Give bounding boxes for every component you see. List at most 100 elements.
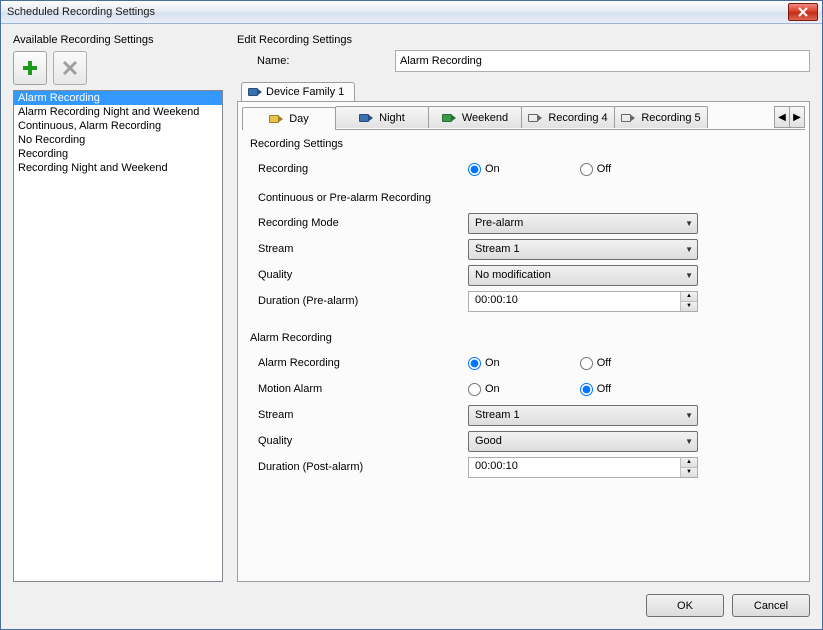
tab-night[interactable]: Night <box>335 106 429 128</box>
row-stream: Stream Stream 1 ▼ <box>258 236 797 262</box>
available-settings-list[interactable]: Alarm RecordingAlarm Recording Night and… <box>13 90 223 582</box>
add-button[interactable] <box>13 51 47 85</box>
group-alarm: Alarm Recording <box>250 332 797 344</box>
device-tabstrip: Device Family 1 <box>237 82 810 101</box>
row-alarm-recording: Alarm Recording On Off <box>258 350 797 376</box>
alarm-stream-select[interactable]: Stream 1 ▼ <box>468 405 698 426</box>
motion-alarm-radio-group: On Off <box>468 383 611 396</box>
recording-mode-value: Pre-alarm <box>475 217 523 229</box>
tab-recording-4[interactable]: Recording 4 <box>521 106 615 128</box>
edit-settings-heading: Edit Recording Settings <box>237 34 810 46</box>
quality-value: No modification <box>475 269 551 281</box>
camera-icon <box>269 114 283 124</box>
row-recording: Recording On Off <box>258 156 797 182</box>
row-alarm-stream: Stream Stream 1 ▼ <box>258 402 797 428</box>
settings-toolbar <box>13 50 223 86</box>
chevron-down-icon: ▼ <box>685 411 693 420</box>
schedule-form: Recording Settings Recording On Off <box>242 130 805 575</box>
schedule-tabstrip: Day Night Weekend <box>242 106 805 130</box>
tab-scroll-left[interactable]: ◀ <box>774 106 790 128</box>
name-label: Name: <box>257 55 387 67</box>
alarm-quality-select[interactable]: Good ▼ <box>468 431 698 452</box>
row-quality: Quality No modification ▼ <box>258 262 797 288</box>
spin-up[interactable]: ▲ <box>681 292 697 302</box>
group-recording-settings: Recording Settings <box>250 138 797 150</box>
spin-down[interactable]: ▼ <box>681 302 697 311</box>
list-item[interactable]: Recording <box>14 147 222 161</box>
stream-select[interactable]: Stream 1 ▼ <box>468 239 698 260</box>
dialog-window: Scheduled Recording Settings Available R… <box>0 0 823 630</box>
motion-alarm-off-radio[interactable] <box>580 383 593 396</box>
recording-on-radio[interactable] <box>468 163 481 176</box>
tab-day[interactable]: Day <box>242 107 336 130</box>
chevron-left-icon: ◀ <box>778 112 786 123</box>
tab-weekend[interactable]: Weekend <box>428 106 522 128</box>
tab-label: Day <box>289 113 309 125</box>
alarm-quality-label: Quality <box>258 435 468 447</box>
list-item[interactable]: Continuous, Alarm Recording <box>14 119 222 133</box>
tab-recording-5[interactable]: Recording 5 <box>614 106 708 128</box>
camera-icon <box>442 113 456 123</box>
name-input[interactable] <box>395 50 810 72</box>
name-row: Name: <box>237 50 810 72</box>
alarm-stream-label: Stream <box>258 409 468 421</box>
x-icon <box>62 60 78 76</box>
duration-pre-label: Duration (Pre-alarm) <box>258 295 468 307</box>
alarm-quality-value: Good <box>475 435 502 447</box>
delete-button[interactable] <box>53 51 87 85</box>
duration-pre-value: 00:00:10 <box>469 292 680 311</box>
dialog-button-row: OK Cancel <box>13 590 810 617</box>
ok-button[interactable]: OK <box>646 594 724 617</box>
tab-scroll-right[interactable]: ▶ <box>789 106 805 128</box>
plus-icon <box>21 59 39 77</box>
motion-alarm-off[interactable]: Off <box>580 383 611 396</box>
duration-pre-input[interactable]: 00:00:10 ▲ ▼ <box>468 291 698 312</box>
camera-icon <box>621 113 635 123</box>
recording-label: Recording <box>258 163 468 175</box>
list-item[interactable]: No Recording <box>14 133 222 147</box>
spin-down[interactable]: ▼ <box>681 468 697 477</box>
tab-device-family-1[interactable]: Device Family 1 <box>241 82 355 101</box>
duration-post-input[interactable]: 00:00:10 ▲ ▼ <box>468 457 698 478</box>
cancel-button[interactable]: Cancel <box>732 594 810 617</box>
quality-select[interactable]: No modification ▼ <box>468 265 698 286</box>
stream-label: Stream <box>258 243 468 255</box>
close-button[interactable] <box>788 3 818 21</box>
close-icon <box>798 7 808 17</box>
alarm-recording-on-radio[interactable] <box>468 357 481 370</box>
list-item[interactable]: Recording Night and Weekend <box>14 161 222 175</box>
tab-label: Weekend <box>462 112 508 124</box>
row-motion-alarm: Motion Alarm On Off <box>258 376 797 402</box>
motion-alarm-label: Motion Alarm <box>258 383 468 395</box>
row-duration-post: Duration (Post-alarm) 00:00:10 ▲ ▼ <box>258 454 797 480</box>
recording-off-radio[interactable] <box>580 163 593 176</box>
row-duration-pre: Duration (Pre-alarm) 00:00:10 ▲ ▼ <box>258 288 797 314</box>
recording-radio-group: On Off <box>468 163 611 176</box>
camera-icon <box>528 113 542 123</box>
motion-alarm-on[interactable]: On <box>468 383 500 396</box>
title-bar: Scheduled Recording Settings <box>1 1 822 24</box>
recording-on[interactable]: On <box>468 163 500 176</box>
tab-scroll: ◀ ▶ <box>775 106 805 129</box>
chevron-right-icon: ▶ <box>793 112 801 123</box>
alarm-recording-off[interactable]: Off <box>580 357 611 370</box>
quality-label: Quality <box>258 269 468 281</box>
duration-post-label: Duration (Post-alarm) <box>258 461 468 473</box>
tab-label: Recording 5 <box>641 112 700 124</box>
recording-mode-select[interactable]: Pre-alarm ▼ <box>468 213 698 234</box>
spin-up[interactable]: ▲ <box>681 458 697 468</box>
recording-off[interactable]: Off <box>580 163 611 176</box>
alarm-recording-off-radio[interactable] <box>580 357 593 370</box>
tab-label: Recording 4 <box>548 112 607 124</box>
columns: Available Recording Settings <box>13 34 810 582</box>
device-tabs: Device Family 1 Day Night <box>237 82 810 582</box>
camera-icon <box>248 87 262 97</box>
window-title: Scheduled Recording Settings <box>7 6 155 18</box>
alarm-recording-on[interactable]: On <box>468 357 500 370</box>
dialog-body: Available Recording Settings <box>1 24 822 629</box>
motion-alarm-on-radio[interactable] <box>468 383 481 396</box>
list-item[interactable]: Alarm Recording Night and Weekend <box>14 105 222 119</box>
group-continuous: Continuous or Pre-alarm Recording <box>250 192 797 204</box>
chevron-down-icon: ▼ <box>685 245 693 254</box>
list-item[interactable]: Alarm Recording <box>14 91 222 105</box>
